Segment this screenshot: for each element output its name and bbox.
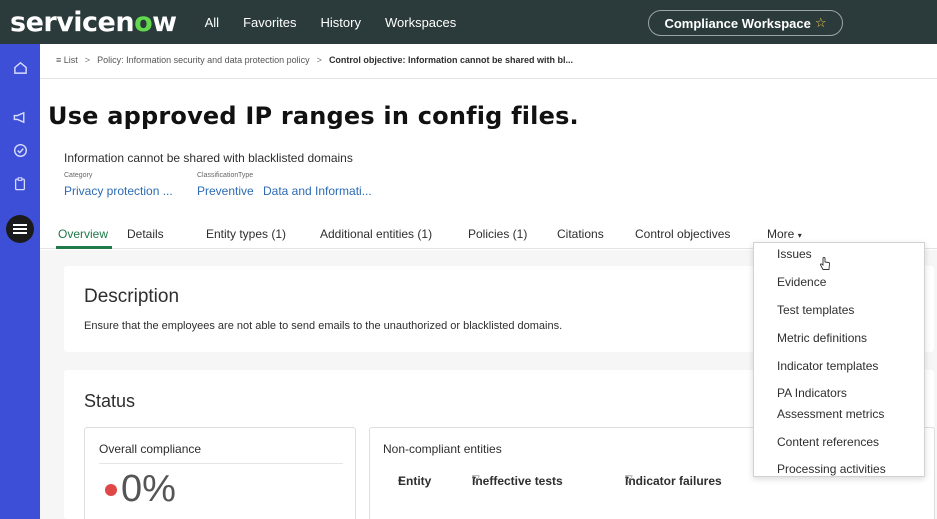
nav-history[interactable]: History xyxy=(321,15,361,30)
status-title: Status xyxy=(84,391,136,411)
filter-icon[interactable]: ▽ xyxy=(625,474,633,485)
noncompliant-entities-label: Non-compliant entities xyxy=(383,442,502,456)
classification-label: Classification xyxy=(197,172,239,179)
classification-value[interactable]: Preventive xyxy=(197,184,254,198)
nav-favorites[interactable]: Favorites xyxy=(243,15,296,30)
active-tab-indicator xyxy=(56,246,112,249)
filter-icon[interactable]: ▽ xyxy=(472,474,480,485)
breadcrumb-list[interactable]: ≡ List xyxy=(56,55,78,65)
divider xyxy=(99,463,343,464)
more-tabs-dropdown: Issues Evidence Test templates Metric de… xyxy=(753,242,925,477)
description-text: Ensure that the employees are not able t… xyxy=(84,320,563,332)
workspace-pill[interactable]: Compliance Workspace ☆ xyxy=(648,10,843,36)
overall-compliance-label: Overall compliance xyxy=(99,442,202,456)
breadcrumb-separator: > xyxy=(84,55,91,65)
category-label: Category xyxy=(64,172,93,179)
hand-pointer-icon xyxy=(819,257,831,274)
caret-down-icon: ▾ xyxy=(797,231,802,240)
description-title: Description xyxy=(84,286,180,307)
status-dot-icon xyxy=(105,483,117,496)
list-lines-icon: ≡ xyxy=(56,55,62,65)
nav-workspaces[interactable]: Workspaces xyxy=(385,15,456,30)
tab-citations[interactable]: Citations xyxy=(557,227,604,241)
side-rail xyxy=(0,44,40,519)
megaphone-icon[interactable] xyxy=(9,106,31,128)
servicenow-logo[interactable]: servicenow xyxy=(10,7,177,38)
menu-item-processing-activities[interactable]: Processing activities xyxy=(777,462,886,476)
list-icon[interactable] xyxy=(6,215,34,243)
breadcrumb-policy[interactable]: Policy: Information security and data pr… xyxy=(97,55,310,65)
menu-item-assessment-metrics[interactable]: Assessment metrics xyxy=(777,407,884,421)
tab-control-objectives[interactable]: Control objectives xyxy=(635,227,730,241)
instruction-caption: Use approved IP ranges in config files. xyxy=(48,102,579,130)
menu-item-content-references[interactable]: Content references xyxy=(777,435,879,449)
divider xyxy=(40,78,937,79)
menu-item-indicator-templates[interactable]: Indicator templates xyxy=(777,359,878,373)
star-icon[interactable]: ☆ xyxy=(815,15,827,31)
menu-item-evidence[interactable]: Evidence xyxy=(777,275,826,289)
nav-all[interactable]: All xyxy=(205,15,219,30)
overall-compliance-card: Overall compliance 0% xyxy=(84,427,356,519)
category-value[interactable]: Privacy protection ... xyxy=(64,184,173,198)
main-nav: All Favorites History Workspaces xyxy=(205,15,457,30)
breadcrumb-separator: > xyxy=(316,55,322,65)
top-navigation-bar: servicenow All Favorites History Workspa… xyxy=(0,0,937,44)
tab-overview[interactable]: Overview xyxy=(58,227,108,241)
home-icon[interactable] xyxy=(9,56,31,78)
tab-policies[interactable]: Policies (1) xyxy=(468,227,527,241)
tab-more[interactable]: More ▾ xyxy=(767,227,802,241)
type-label: Type xyxy=(238,172,254,179)
tab-entity-types[interactable]: Entity types (1) xyxy=(206,227,286,241)
breadcrumb: ≡ List > Policy: Information security an… xyxy=(56,55,573,65)
tab-details[interactable]: Details xyxy=(127,227,164,241)
menu-item-metric-definitions[interactable]: Metric definitions xyxy=(777,331,867,345)
clipboard-icon[interactable] xyxy=(9,172,31,194)
menu-item-pa-indicators[interactable]: PA Indicators xyxy=(777,386,847,400)
type-value[interactable]: Data and Informati... xyxy=(263,184,372,198)
menu-item-test-templates[interactable]: Test templates xyxy=(777,303,854,317)
record-title: Information cannot be shared with blackl… xyxy=(64,151,353,165)
tab-additional-entities[interactable]: Additional entities (1) xyxy=(320,227,432,241)
menu-item-issues[interactable]: Issues xyxy=(777,247,812,261)
breadcrumb-current: Control objective: Information cannot be… xyxy=(328,55,573,65)
sort-asc-icon: ▴ xyxy=(398,474,403,483)
workspace-name: Compliance Workspace xyxy=(664,15,811,31)
overall-compliance-value: 0% xyxy=(105,468,176,511)
check-circle-icon[interactable] xyxy=(9,139,31,161)
